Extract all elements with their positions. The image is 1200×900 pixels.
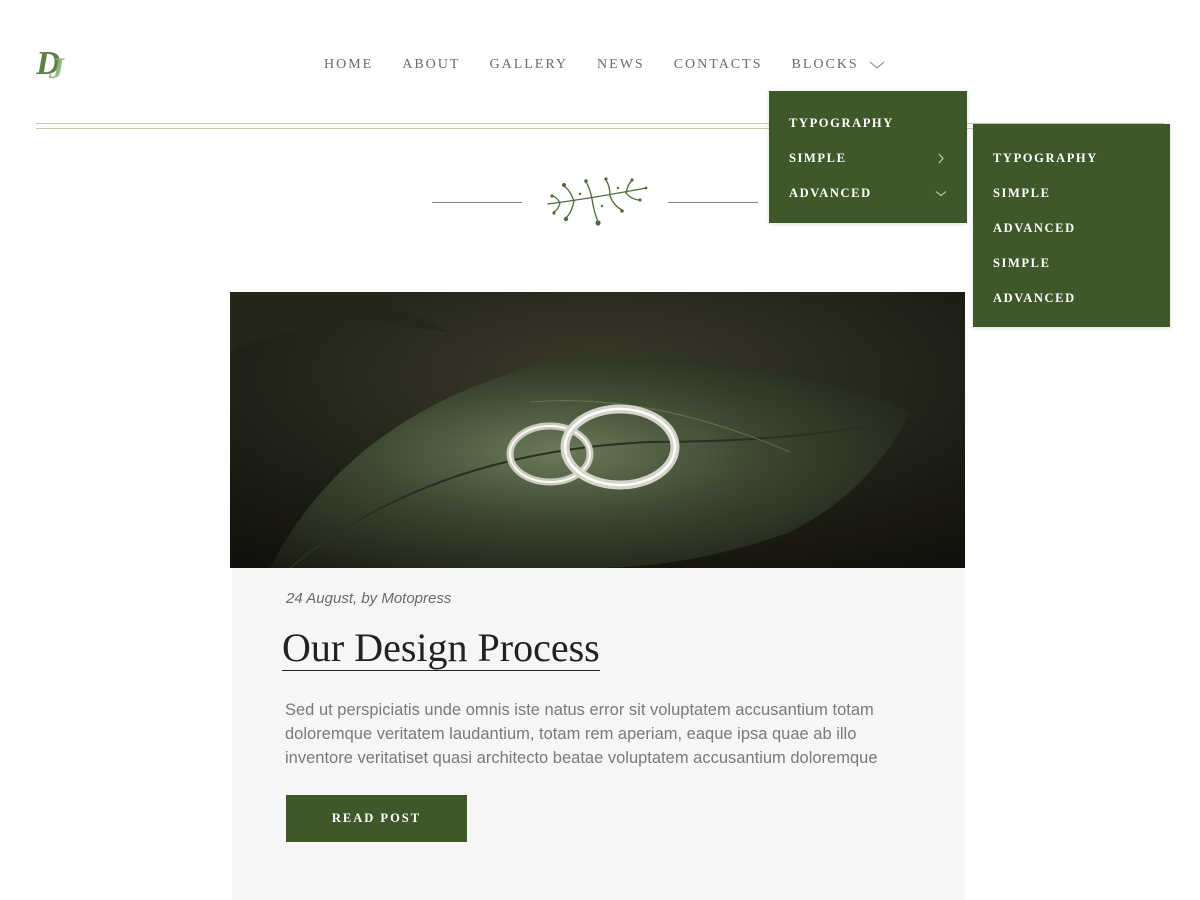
- chevron-down-icon: [869, 61, 885, 69]
- post-featured-image[interactable]: [230, 292, 965, 568]
- nav-contacts[interactable]: CONTACTS: [674, 57, 763, 73]
- ornament-line-left: [432, 202, 522, 203]
- submenu-item-simple[interactable]: SIMPLE: [993, 253, 1150, 273]
- post-title[interactable]: Our Design Process: [282, 626, 600, 671]
- main-navigation: HOME ABOUT GALLERY NEWS CONTACTS BLOCKS: [324, 56, 885, 74]
- chevron-down-icon: [935, 191, 947, 197]
- nav-news[interactable]: NEWS: [597, 57, 645, 73]
- wedding-rings-photo-icon: [230, 292, 965, 568]
- dropdown-item-advanced[interactable]: ADVANCED: [789, 183, 947, 203]
- submenu-item-label: SIMPLE: [993, 256, 1051, 270]
- submenu-item-label: ADVANCED: [993, 221, 1076, 235]
- ornament-line-right: [668, 202, 758, 203]
- nav-home[interactable]: HOME: [324, 57, 373, 73]
- svg-text:J: J: [48, 52, 65, 84]
- nav-blocks[interactable]: BLOCKS: [791, 57, 885, 73]
- submenu-item-typography[interactable]: TYPOGRAPHY: [993, 148, 1150, 168]
- dropdown-item-simple[interactable]: SIMPLE: [789, 148, 947, 168]
- submenu-item-simple[interactable]: SIMPLE: [993, 183, 1150, 203]
- dropdown-item-label: TYPOGRAPHY: [789, 116, 894, 130]
- dropdown-item-typography[interactable]: TYPOGRAPHY: [789, 113, 947, 133]
- advanced-submenu: TYPOGRAPHY SIMPLE ADVANCED SIMPLE ADVANC…: [973, 124, 1170, 327]
- submenu-item-label: SIMPLE: [993, 186, 1051, 200]
- post-meta: 24 August, by Motopress: [286, 590, 452, 607]
- submenu-item-label: TYPOGRAPHY: [993, 151, 1098, 165]
- dropdown-item-label: ADVANCED: [789, 186, 872, 200]
- site-logo[interactable]: D J: [36, 40, 72, 84]
- dropdown-item-label: SIMPLE: [789, 151, 847, 165]
- dj-monogram-logo-icon: D J: [36, 45, 65, 84]
- post-excerpt: Sed ut perspiciatis unde omnis iste natu…: [285, 701, 878, 767]
- read-post-button[interactable]: READ POST: [286, 795, 467, 842]
- submenu-item-label: ADVANCED: [993, 291, 1076, 305]
- nav-about[interactable]: ABOUT: [402, 57, 460, 73]
- chevron-right-icon: [938, 153, 944, 164]
- floral-sprig-icon: [547, 177, 648, 226]
- submenu-item-advanced[interactable]: ADVANCED: [993, 218, 1150, 238]
- blocks-dropdown-menu: TYPOGRAPHY SIMPLE ADVANCED: [769, 91, 967, 223]
- nav-blocks-label: BLOCKS: [791, 57, 859, 72]
- submenu-item-advanced[interactable]: ADVANCED: [993, 288, 1150, 308]
- nav-gallery[interactable]: GALLERY: [489, 57, 568, 73]
